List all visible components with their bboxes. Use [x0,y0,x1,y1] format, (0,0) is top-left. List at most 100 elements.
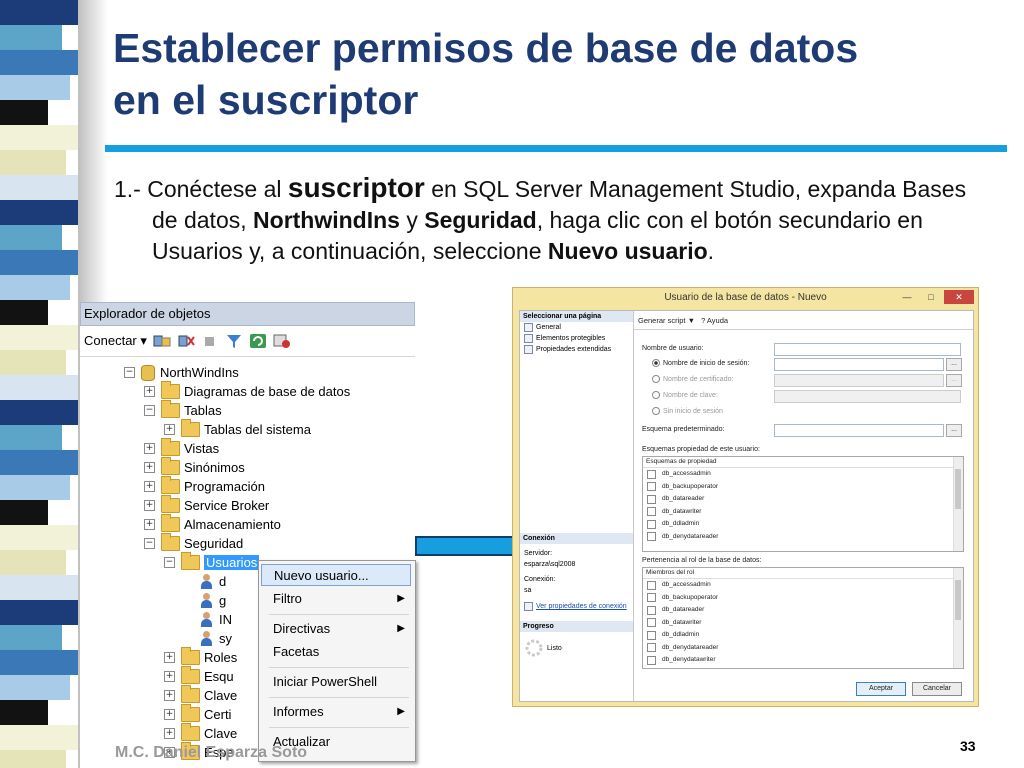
menu-item[interactable]: Directivas ▶ [261,618,411,640]
checkbox[interactable] [647,507,656,517]
ok-button[interactable]: Aceptar [856,682,906,696]
list-item[interactable]: db_accessadmin [643,579,963,592]
list-item[interactable]: db_ddladmin [643,629,963,642]
close-button[interactable]: ✕ [944,290,974,304]
activity-monitor-icon[interactable] [273,333,291,349]
tree-node[interactable]: + Esqu [164,666,234,686]
tree-node[interactable]: sy [184,629,232,648]
list-item[interactable]: db_backupoperator [643,592,963,605]
page-item[interactable]: Elementos protegibles [520,333,633,344]
login-name-option[interactable]: Nombre de inicio de sesión: [652,359,749,369]
certificate-name-option[interactable]: Nombre de certificado: [652,375,733,385]
tree-node[interactable]: + Tablas del sistema [164,419,311,439]
list-item[interactable]: db_ddladmin [643,518,963,531]
expander-icon[interactable]: + [164,690,175,701]
connect-icon[interactable] [153,333,171,349]
key-name-input[interactable] [774,390,961,403]
certificate-browse-button[interactable]: ... [946,374,962,387]
tree-node[interactable]: + Service Broker [144,495,269,515]
stop-icon[interactable] [201,333,219,349]
checkbox[interactable] [647,482,656,492]
owned-schemas-list[interactable]: Esquemas de propiedad db_accessadmin db_b… [642,456,964,552]
without-login-option[interactable]: Sin inicio de sesión [652,407,723,417]
login-name-input[interactable] [774,358,944,371]
list-item[interactable]: db_datareader [643,604,963,617]
list-item[interactable]: db_datawriter [643,506,963,519]
minimize-button[interactable]: — [896,290,918,304]
disconnect-icon[interactable] [177,333,195,349]
tree-node[interactable]: g [184,591,226,610]
tree-node[interactable]: + Diagramas de base de datos [144,381,350,401]
default-schema-input[interactable] [774,424,944,437]
filter-icon[interactable] [225,333,243,349]
menu-item[interactable]: Iniciar PowerShell [261,671,411,693]
expander-icon[interactable]: + [144,500,155,511]
tree-node[interactable]: + Sinónimos [144,457,245,477]
tree-node[interactable]: − Tablas [144,400,222,420]
expander-icon[interactable]: − [144,538,155,549]
schemas-scrollbar[interactable] [953,457,963,551]
expander-icon[interactable]: + [164,671,175,682]
tree-node[interactable]: + Vistas [144,438,219,458]
tree-node[interactable]: d [184,572,226,591]
expander-icon[interactable]: + [144,386,155,397]
checkbox[interactable] [647,519,656,529]
tree-node[interactable]: + Clave [164,685,237,705]
tree-node[interactable]: IN [184,610,232,629]
tree-node[interactable]: − NorthWindIns [124,363,239,382]
tree-node[interactable]: − Usuarios [164,552,260,572]
cancel-button[interactable]: Cancelar [912,682,962,696]
list-item[interactable]: db_backupoperator [643,481,963,494]
tree-node[interactable]: + Roles [164,647,237,667]
expander-icon[interactable]: − [144,405,155,416]
menu-item[interactable]: Informes ▶ [261,701,411,723]
login-browse-button[interactable]: ... [946,358,962,371]
expander-icon[interactable]: − [164,557,175,568]
expander-icon[interactable]: + [164,728,175,739]
help-button[interactable]: ? Ayuda [701,316,728,325]
expander-icon[interactable]: + [144,462,155,473]
list-item[interactable]: db_accessadmin [643,468,963,481]
key-name-option[interactable]: Nombre de clave: [652,391,718,401]
checkbox[interactable] [647,532,656,542]
script-button[interactable]: Generar script ▼ [638,316,695,325]
page-item[interactable]: General [520,322,633,333]
expander-icon[interactable]: + [164,652,175,663]
tree-node[interactable]: + Certi [164,704,231,724]
expander-icon[interactable]: + [144,481,155,492]
view-connection-properties-link[interactable]: Ver propiedades de conexión [520,602,633,611]
tree-node[interactable]: + Programación [144,476,265,496]
connect-button[interactable]: Conectar ▾ [84,333,147,349]
certificate-name-input[interactable] [774,374,944,387]
checkbox[interactable] [647,494,656,504]
page-item[interactable]: Propiedades extendidas [520,344,633,355]
tree-node[interactable]: + Almacenamiento [144,514,281,534]
expander-icon[interactable]: + [144,443,155,454]
tree-node[interactable]: + Clave [164,723,237,743]
checkbox[interactable] [647,469,656,479]
list-item[interactable]: db_denydatawriter [643,654,963,667]
role-membership-list[interactable]: Miembros del rol db_accessadmin db_backup… [642,567,964,669]
roles-scrollbar[interactable] [953,568,963,668]
expander-icon[interactable]: + [144,519,155,530]
list-item[interactable]: db_datareader [643,493,963,506]
checkbox[interactable] [647,655,656,665]
expander-icon[interactable]: + [164,709,175,720]
list-item[interactable]: db_datawriter [643,617,963,630]
user-name-input[interactable] [774,343,961,356]
checkbox[interactable] [647,643,656,653]
checkbox[interactable] [647,630,656,640]
list-item[interactable]: db_denydatareader [643,642,963,655]
checkbox[interactable] [647,618,656,628]
schema-browse-button[interactable]: ... [946,424,962,437]
list-item[interactable]: db_denydatareader [643,531,963,544]
checkbox[interactable] [647,580,656,590]
refresh-icon[interactable] [249,333,267,349]
expander-icon[interactable]: − [124,367,135,378]
menu-item[interactable]: Nuevo usuario... [261,564,411,586]
menu-item[interactable]: Facetas [261,641,411,663]
checkbox[interactable] [647,593,656,603]
maximize-button[interactable]: □ [920,290,942,304]
expander-icon[interactable]: + [164,424,175,435]
checkbox[interactable] [647,605,656,615]
